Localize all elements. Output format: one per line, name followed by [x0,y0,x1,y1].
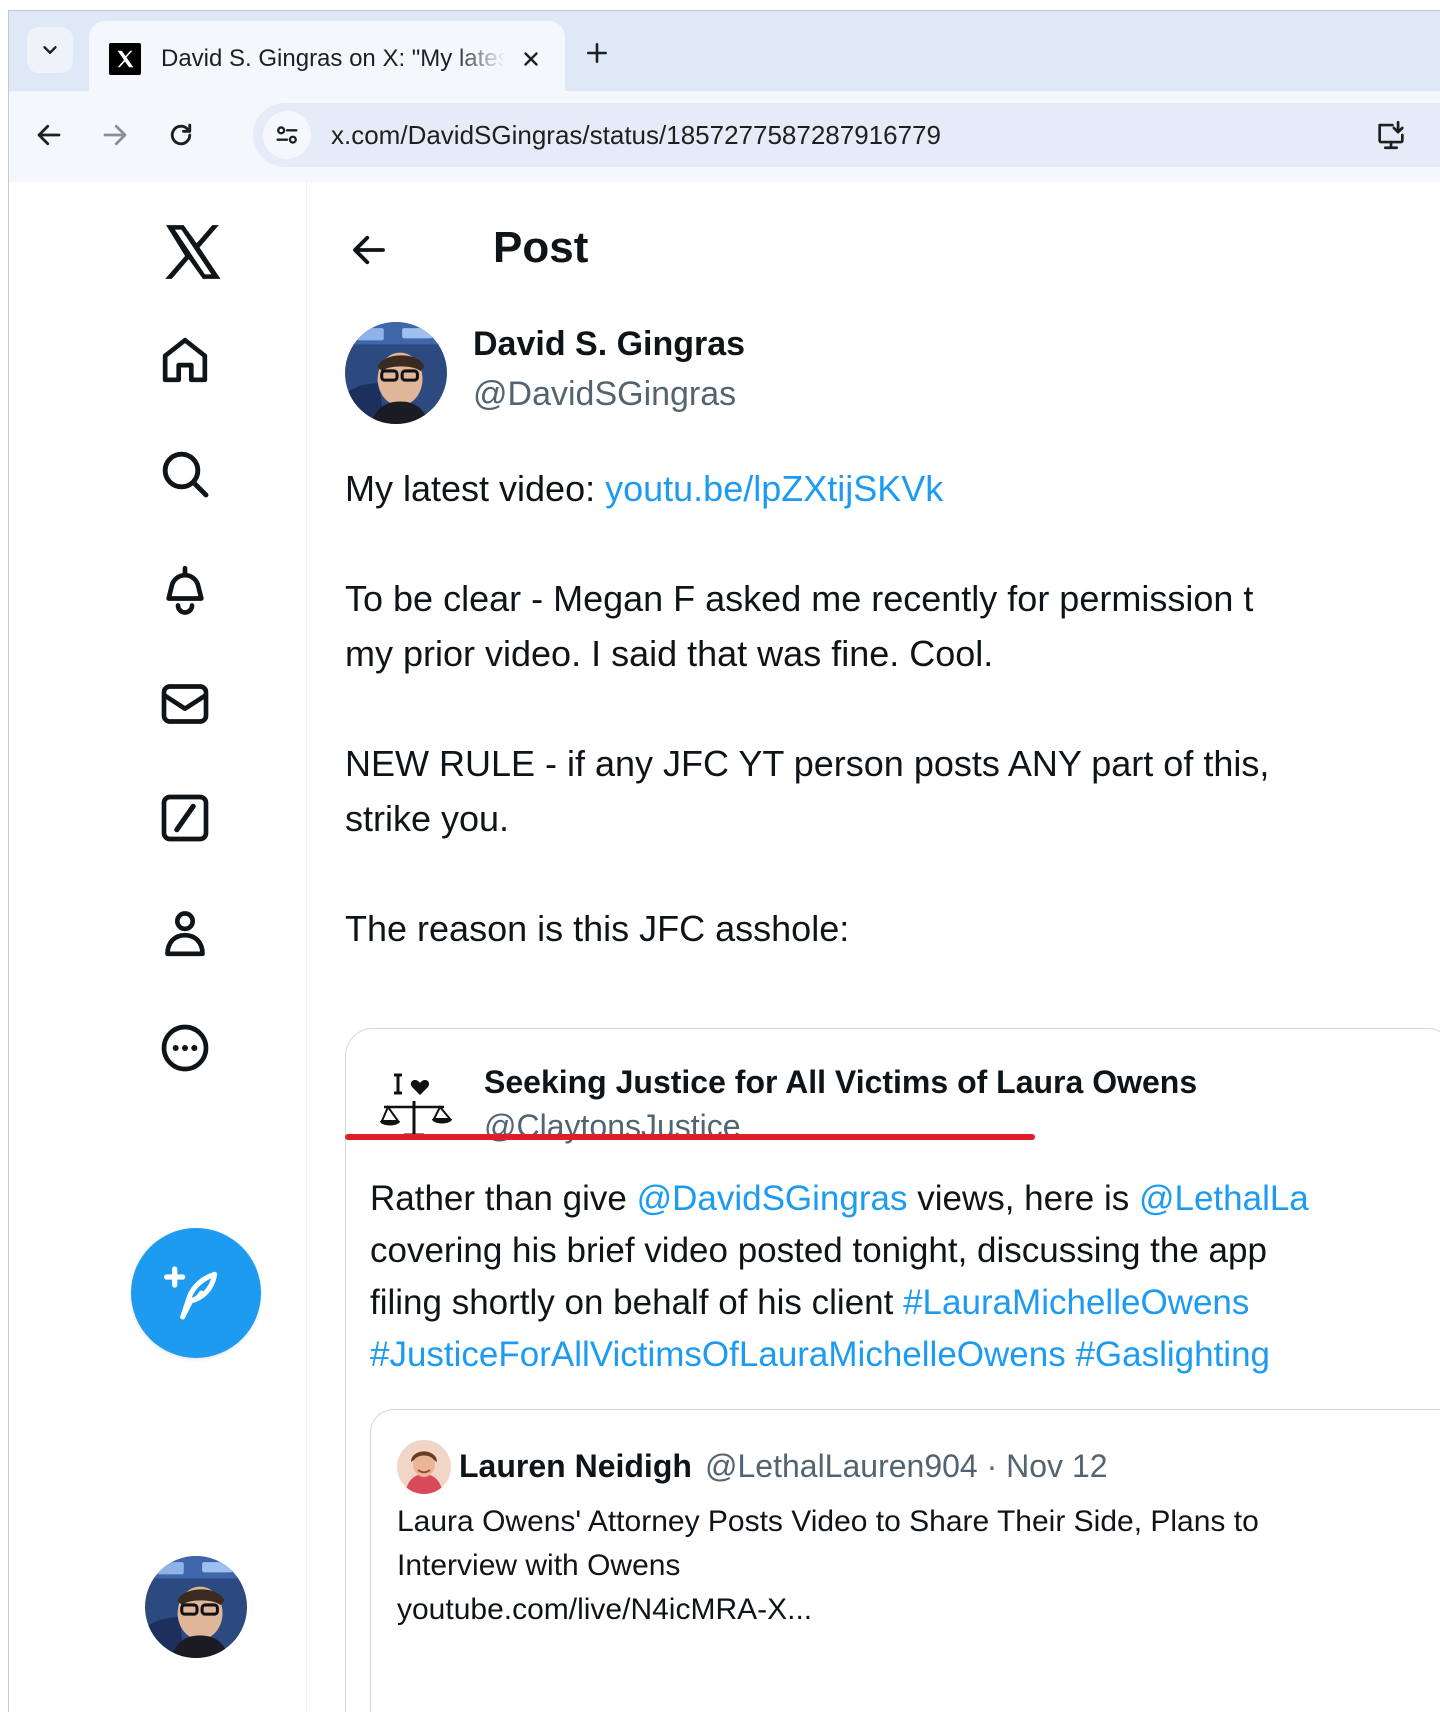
quoted-text-line: filing shortly on behalf of his client #… [370,1277,1440,1329]
address-bar[interactable]: x.com/DavidSGingras/status/1857277587287… [253,103,1440,167]
post-text-line: My latest video: youtu.be/lpZXtijSKVk [345,459,1440,519]
sidebar [9,182,307,1712]
tab-title: David S. Gingras on X: "My latest video:… [161,45,505,72]
quoted-post[interactable]: Seeking Justice for All Victims of Laura… [345,1028,1440,1712]
post-text-line: my prior video. I said that was fine. Co… [345,633,994,674]
post-text-line: To be clear - Megan F asked me recently … [345,578,1254,619]
quoted-text-line: #JusticeForAllVictimsOfLauraMichelleOwen… [370,1329,1440,1381]
url-text[interactable]: x.com/DavidSGingras/status/1857277587287… [331,118,941,152]
hashtag-link[interactable]: #JusticeForAllVictimsOfLauraMichelleOwen… [370,1335,1066,1374]
sidebar-item-messages[interactable] [149,668,221,740]
hashtag-link[interactable]: #LauraMichelleOwens [903,1283,1249,1322]
arrow-left-icon [353,235,385,265]
nested-author-name[interactable]: Lauren Neidigh [459,1444,692,1488]
profile-icon [165,911,205,957]
main-column: Post David S. Gingras @DavidSGingras My … [307,182,1440,1712]
tab-search-button[interactable] [27,27,73,73]
x-logo-icon[interactable] [159,218,227,286]
reload-icon [170,123,192,146]
more-icon [161,1024,209,1072]
post-text-line: The reason is this JFC asshole: [345,908,850,949]
mention-link[interactable]: @DavidSGingras [637,1179,908,1218]
hashtag-link[interactable]: #Gaslighting [1066,1335,1270,1374]
post-text-segment: My latest video: [345,468,606,509]
search-icon [162,451,209,498]
author-avatar[interactable] [345,322,447,424]
tab-strip: David S. Gingras on X: "My latest video:… [9,11,1440,101]
author-handle[interactable]: @DavidSGingras [473,372,736,416]
nested-text-line: Laura Owens' Attorney Posts Video to Sha… [397,1505,1259,1538]
tab-close-button[interactable] [513,41,549,77]
video-link[interactable]: youtu.be/lpZXtijSKVk [605,468,943,509]
chevron-down-icon [43,46,57,54]
back-button[interactable] [23,109,75,161]
x-page: Post David S. Gingras @DavidSGingras My … [8,182,1440,1712]
mail-icon [161,684,209,724]
quoted-text-segment: Rather than give [370,1179,637,1218]
browser-toolbar: x.com/DavidSGingras/status/1857277587287… [9,91,1440,183]
bell-icon [166,565,204,615]
sidebar-item-grok[interactable] [149,782,221,854]
install-app-button[interactable] [1371,115,1411,155]
browser-chrome: David S. Gingras on X: "My latest video:… [8,10,1440,183]
quoted-text-line: covering his brief video posted tonight,… [370,1231,1267,1270]
grok-icon [161,794,209,842]
page-title: Post [493,223,589,272]
compose-post-button[interactable] [131,1228,261,1358]
quoted-text-line: Rather than give @DavidSGingras views, h… [370,1173,1440,1225]
sidebar-item-profile[interactable] [149,898,221,970]
sidebar-item-explore[interactable] [149,438,221,510]
quoted-author-name[interactable]: Seeking Justice for All Victims of Laura… [484,1061,1197,1103]
account-avatar[interactable] [145,1556,247,1658]
x-favicon-icon [109,43,141,75]
post-text-line: strike you. [345,798,510,839]
nested-author-meta[interactable]: @LethalLauren904 · Nov 12 [705,1444,1108,1488]
browser-tab-active[interactable]: David S. Gingras on X: "My latest video:… [89,21,565,101]
back-to-timeline-button[interactable] [341,222,397,278]
plus-icon [587,43,607,63]
sidebar-item-notifications[interactable] [149,552,221,624]
new-tab-button[interactable] [577,33,617,73]
close-icon [524,52,538,66]
site-info-button[interactable] [263,111,311,159]
reload-button[interactable] [155,109,207,161]
post-text-line: NEW RULE - if any JFC YT person posts AN… [345,743,1270,784]
nested-link-line[interactable]: youtube.com/live/N4icMRA-X... [397,1588,1440,1632]
quoted-text-segment: filing shortly on behalf of his client [370,1283,904,1322]
quoted-text-segment: views, here is [907,1179,1139,1218]
mention-link[interactable]: @LethalLa [1139,1179,1309,1218]
sidebar-item-home[interactable] [149,324,221,396]
author-name[interactable]: David S. Gingras [473,322,745,366]
sidebar-item-more[interactable] [149,1012,221,1084]
arrow-left-icon [37,124,61,146]
home-icon [162,337,208,383]
red-underline-annotation [345,1134,1035,1140]
nested-text-line: Interview with Owens [397,1549,681,1582]
nested-quoted-post[interactable]: Lauren Neidigh @LethalLauren904 · Nov 12… [370,1409,1440,1712]
compose-icon [164,1266,218,1320]
quoted-author-handle[interactable]: @ClaytonsJustice [484,1105,741,1147]
forward-button[interactable] [89,109,141,161]
arrow-right-icon [103,124,127,146]
nested-author-avatar[interactable] [397,1440,451,1494]
tune-icon [276,126,298,144]
install-icon [1378,120,1404,150]
